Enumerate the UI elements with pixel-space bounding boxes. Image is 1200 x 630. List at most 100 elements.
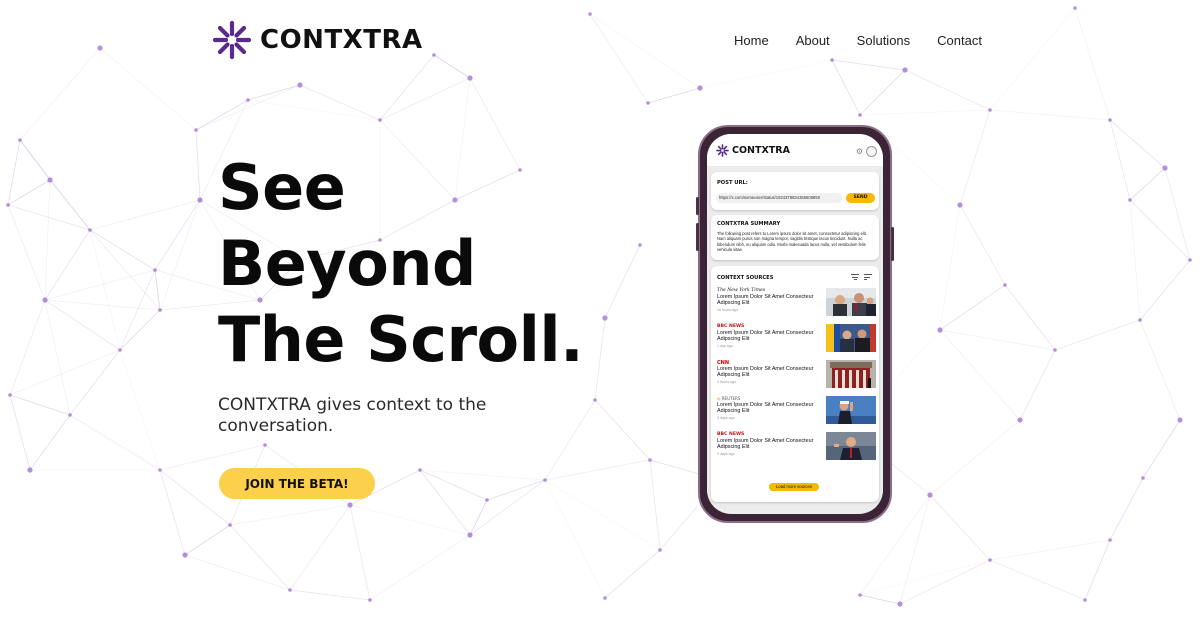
network-node (646, 101, 650, 105)
network-edge (159, 199, 201, 311)
network-edge (1074, 7, 1111, 121)
network-edge (89, 229, 121, 351)
source-item[interactable]: BBC NEWS Lorem Ipsum Dolor Sit Amet Cons… (717, 432, 876, 462)
network-node (467, 75, 473, 81)
network-edge (1139, 259, 1191, 321)
source-item[interactable]: CNN Lorem Ipsum Dolor Sit Amet Consecteu… (717, 360, 876, 390)
network-edge (959, 109, 991, 206)
app-header: CONTXTRA ⚙ (707, 134, 883, 166)
network-edge (939, 329, 1021, 421)
network-edge (184, 524, 231, 556)
network-node (1128, 198, 1132, 202)
network-edge (544, 399, 596, 481)
network-node (658, 548, 662, 552)
nav-solutions[interactable]: Solutions (857, 33, 910, 48)
network-node (158, 308, 162, 312)
network-edge (469, 499, 488, 536)
network-edge (119, 269, 156, 351)
network-edge (119, 309, 161, 351)
network-edge (89, 229, 161, 311)
app-name: CONTXTRA (732, 145, 790, 156)
hero-title-line-3: The Scroll. (218, 303, 584, 376)
summary-text: The following post refers to Lorem ipsum… (717, 231, 867, 253)
network-edge (859, 109, 991, 116)
network-edge (899, 494, 931, 605)
post-url-input[interactable]: https://x.com/someuser/status/1924378834… (716, 193, 842, 203)
network-node (1138, 318, 1142, 322)
network-node (18, 138, 22, 142)
network-node (197, 197, 203, 203)
source-title: Lorem Ipsum Dolor Sit Amet Consecteur Ad… (717, 330, 814, 343)
network-edge (989, 539, 1111, 561)
source-title: Lorem Ipsum Dolor Sit Amet Consecteur Ad… (717, 294, 814, 307)
network-edge (831, 59, 906, 71)
network-node (988, 558, 992, 562)
network-edge (9, 394, 31, 471)
network-edge (1019, 349, 1056, 421)
network-edge (929, 494, 991, 561)
source-item[interactable]: ◍ REUTERS Lorem Ipsum Dolor Sit Amet Con… (717, 396, 876, 426)
network-edge (604, 549, 661, 599)
source-time: 1 day ago (717, 344, 733, 348)
sources-card: CONTEXT SOURCES The New York Times Lorem… (711, 266, 879, 502)
network-node (378, 118, 382, 122)
network-edge (433, 54, 471, 79)
network-edge (19, 139, 51, 181)
network-edge (1129, 167, 1166, 201)
join-beta-button[interactable]: JOIN THE BETA! (219, 468, 375, 499)
network-edge (1109, 477, 1144, 541)
network-edge (379, 77, 471, 121)
network-node (988, 108, 992, 112)
network-edge (859, 559, 991, 596)
network-node (288, 588, 292, 592)
network-node (418, 468, 422, 472)
network-node (158, 468, 162, 472)
filter-icon[interactable] (851, 274, 859, 280)
network-edge (89, 229, 156, 271)
network-edge (859, 69, 906, 116)
reuters-icon: ◍ (717, 396, 721, 401)
network-edge (1139, 319, 1181, 421)
network-edge (195, 129, 201, 201)
network-edge (904, 69, 991, 111)
network-node (194, 128, 198, 132)
nav-contact[interactable]: Contact (937, 33, 982, 48)
network-node (118, 348, 122, 352)
network-edge (959, 204, 1006, 286)
sort-icon[interactable] (864, 274, 872, 280)
brand-logo[interactable]: CONTXTRA (212, 20, 423, 60)
source-item[interactable]: BBC NEWS Lorem Ipsum Dolor Sit Amet Cons… (717, 324, 876, 354)
avatar-icon[interactable] (866, 146, 877, 157)
network-edge (119, 349, 161, 471)
network-edge (1129, 199, 1191, 261)
network-edge (229, 504, 351, 526)
network-edge (9, 394, 71, 416)
network-edge (939, 284, 1006, 331)
source-time: 16 hours ago (717, 308, 738, 312)
network-node (1177, 417, 1183, 423)
network-node (347, 502, 353, 508)
network-edge (7, 179, 51, 206)
nav-about[interactable]: About (796, 33, 830, 48)
network-node (902, 67, 908, 73)
network-edge (44, 179, 51, 301)
network-node (368, 598, 372, 602)
network-node (485, 498, 489, 502)
network-node (1108, 538, 1112, 542)
network-edge (247, 99, 381, 121)
network-edge (647, 87, 701, 104)
nav-home[interactable]: Home (734, 33, 769, 48)
source-item[interactable]: The New York Times Lorem Ipsum Dolor Sit… (717, 288, 876, 318)
network-edge (1054, 319, 1141, 351)
network-edge (159, 469, 186, 556)
network-edge (469, 479, 546, 536)
network-edge (989, 7, 1076, 111)
network-edge (1004, 284, 1056, 351)
send-button[interactable]: SEND (846, 193, 875, 203)
gear-icon[interactable]: ⚙ (856, 147, 863, 156)
load-more-sources-button[interactable]: Load more sources (769, 483, 819, 491)
network-node (638, 243, 642, 247)
network-node (1083, 598, 1087, 602)
network-node (593, 398, 597, 402)
network-edge (989, 109, 1111, 121)
